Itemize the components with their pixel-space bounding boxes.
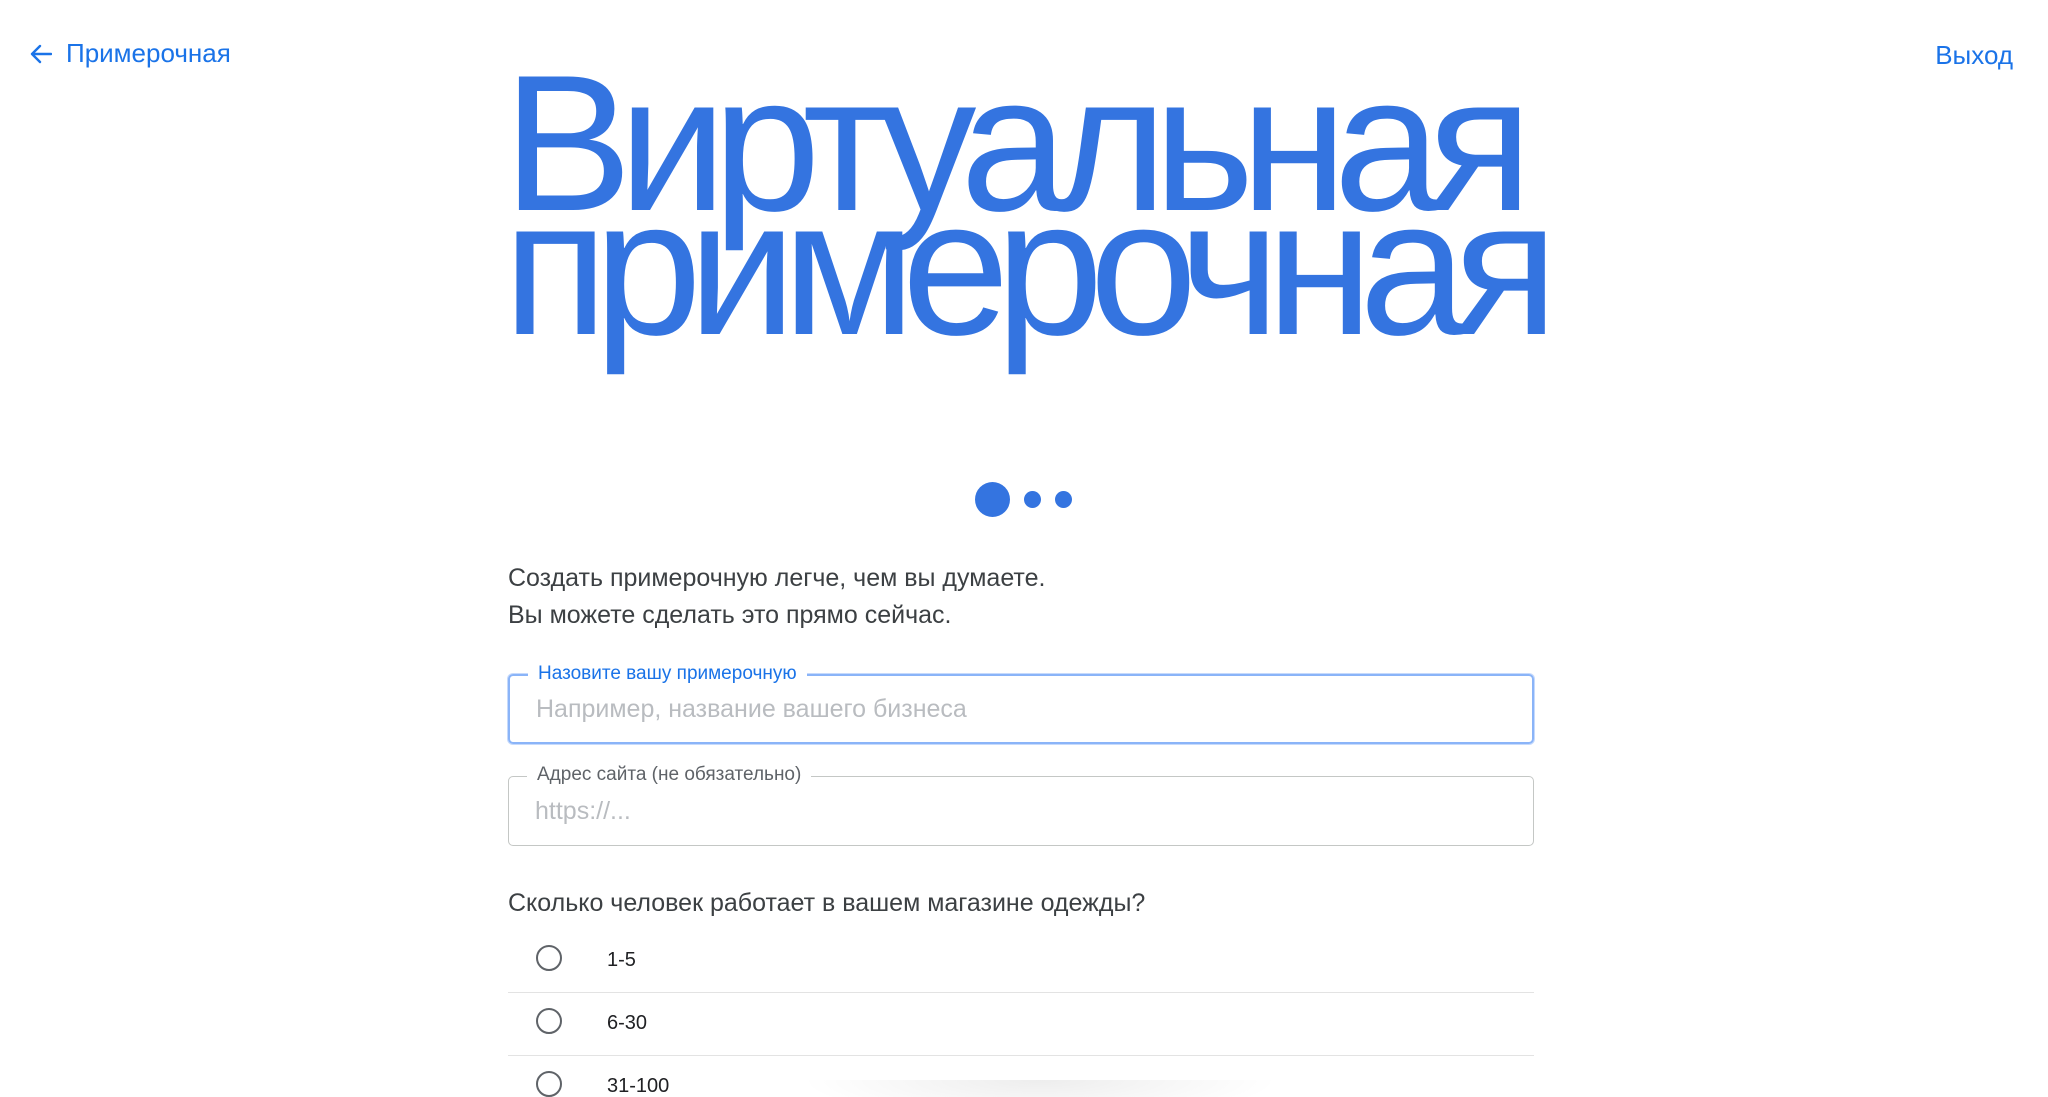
back-link[interactable]: Примерочная	[30, 38, 231, 69]
name-input[interactable]	[536, 676, 1496, 742]
radio-button[interactable]	[536, 1008, 562, 1034]
page-title-line-2: примерочная	[503, 159, 1558, 376]
back-link-label: Примерочная	[66, 38, 231, 68]
staff-option-6-30[interactable]: 6-30	[508, 993, 1534, 1056]
arrow-left-icon	[30, 44, 52, 64]
intro-line-1: Создать примерочную легче, чем вы думает…	[508, 564, 1046, 592]
intro-text: Создать примерочную легче, чем вы думает…	[508, 560, 1045, 634]
radio-button[interactable]	[536, 945, 562, 971]
name-field[interactable]: Назовите вашу примерочную	[508, 662, 1534, 744]
page-title: Виртуальная примерочная	[503, 47, 1603, 376]
step-indicator	[975, 482, 1072, 517]
option-label: 6-30	[607, 1012, 648, 1034]
intro-line-2: Вы можете сделать это прямо сейчас.	[508, 601, 952, 629]
staff-option-1-5[interactable]: 1-5	[508, 930, 1534, 993]
site-field[interactable]: Адрес сайта (не обязательно)	[508, 763, 1534, 846]
exit-button[interactable]: Выход	[1935, 40, 2013, 71]
site-input[interactable]	[535, 777, 1495, 845]
staff-question: Сколько человек работает в вашем магазин…	[508, 889, 1146, 917]
option-label: 1-5	[607, 949, 636, 971]
option-label: 31-100	[607, 1075, 670, 1097]
radio-button[interactable]	[536, 1071, 562, 1097]
staff-options: 1-5 6-30 31-100	[508, 930, 1534, 1097]
step-dot	[1055, 491, 1072, 508]
floating-panel-shadow	[800, 1080, 1280, 1097]
step-dot	[1024, 491, 1041, 508]
step-dot-current	[975, 482, 1010, 517]
page: Примерочная Выход Виртуальная примерочна…	[0, 0, 2048, 1097]
